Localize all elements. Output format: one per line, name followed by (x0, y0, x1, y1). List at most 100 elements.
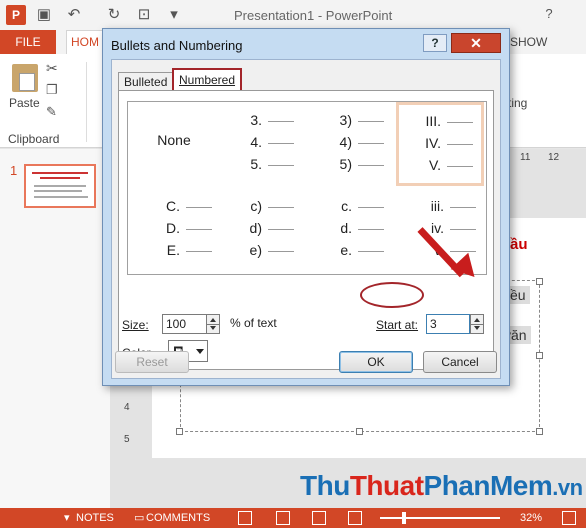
fit-slide-icon[interactable] (562, 511, 576, 525)
tab-file[interactable]: FILE (0, 30, 56, 54)
size-spinner[interactable] (206, 314, 220, 334)
horizontal-ruler: 11 12 (510, 152, 586, 166)
numbering-sample-line: 3) (340, 112, 384, 128)
title-bar: P ▣ ↶ ↻ ⊡ ▾ Presentation1 - PowerPoint ? (0, 0, 586, 30)
thumbnail-text-line (34, 190, 82, 192)
powerpoint-icon: P (6, 5, 26, 25)
start-slideshow-icon[interactable]: ⊡ (134, 5, 154, 25)
dialog-title: Bullets and Numbering (111, 38, 243, 53)
dialog-body: Bulleted Numbered None 3. 4. 5. 3) 4) 5) (111, 59, 501, 379)
numbering-sample-line: iii. (431, 198, 476, 214)
numbering-option[interactable]: c. d. e. (310, 190, 398, 274)
numbering-sample-label: III. (425, 113, 441, 129)
numbering-sample-line: D. (166, 220, 212, 236)
watermark-part: PhanMem (423, 470, 553, 501)
status-bar: ▾ NOTES ▭ COMMENTS 32% (0, 508, 586, 528)
resize-handle[interactable] (536, 278, 543, 285)
tab-bulleted[interactable]: Bulleted (118, 72, 174, 90)
numbering-option[interactable]: C. D. E. (130, 190, 218, 274)
reading-view-icon[interactable] (312, 511, 326, 525)
numbering-sample-label: e) (249, 242, 262, 258)
numbering-sample-label: c) (250, 198, 262, 214)
ribbon-truncated-label: ting (508, 96, 528, 110)
numbering-sample-label: d. (340, 220, 352, 236)
numbering-sample-label: 4) (339, 134, 352, 150)
slideshow-view-icon[interactable] (348, 511, 362, 525)
numbering-sample-label: 5. (250, 156, 262, 172)
slide-sorter-icon[interactable] (276, 511, 290, 525)
numbering-option[interactable]: c) d) e) (220, 190, 308, 274)
notes-icon[interactable]: ▾ (64, 511, 70, 525)
ribbon-divider (86, 62, 87, 142)
dialog-help-button[interactable]: ? (423, 34, 447, 52)
start-at-label-text: Start at: (376, 318, 419, 332)
reset-button[interactable]: Reset (115, 351, 189, 373)
numbering-sample-line: c) (250, 198, 294, 214)
tab-slideshow[interactable]: SHOW (510, 30, 547, 54)
customize-qat-icon[interactable]: ▾ (164, 5, 184, 25)
numbering-sample-label: d) (249, 220, 262, 236)
normal-view-icon[interactable] (238, 511, 252, 525)
comments-button[interactable]: COMMENTS (146, 511, 210, 525)
spinner-divider (471, 324, 483, 325)
numbering-none-label: None (157, 132, 191, 148)
zoom-slider-handle[interactable] (402, 512, 406, 524)
vertical-ruler: 4 5 (122, 390, 136, 450)
slide-number: 1 (10, 163, 18, 178)
cut-icon[interactable]: ✂ (46, 60, 62, 76)
resize-handle[interactable] (536, 428, 543, 435)
thumbnail-text-line (34, 185, 86, 187)
size-input[interactable]: 100 (162, 314, 208, 334)
dialog-close-button[interactable]: ✕ (451, 33, 501, 53)
numbering-option[interactable]: 3) 4) 5) (310, 104, 398, 188)
tab-home[interactable]: HOM (66, 30, 104, 54)
numbering-option[interactable]: 3. 4. 5. (220, 104, 308, 188)
zoom-slider[interactable] (380, 517, 500, 519)
numbering-sample-line: IV. (425, 135, 473, 151)
ruler-mark: 5 (124, 434, 130, 445)
numbering-sample-label: D. (166, 220, 180, 236)
window-title: Presentation1 - PowerPoint (234, 8, 393, 23)
size-label-text: Size: (122, 318, 149, 332)
thumbnail-text-line (34, 196, 88, 198)
start-at-spinner[interactable] (470, 314, 484, 334)
help-icon[interactable]: ? (540, 6, 558, 24)
numbering-sample-label: 4. (250, 134, 262, 150)
numbering-sample-label: IV. (425, 135, 441, 151)
slide-thumbnail[interactable] (24, 164, 96, 208)
numbering-option-selected[interactable]: III. IV. V. (396, 102, 484, 186)
numbering-option-none[interactable]: None (130, 104, 218, 188)
tab-numbered-label: Numbered (179, 73, 236, 87)
resize-handle[interactable] (356, 428, 363, 435)
numbering-sample-line: iv. (431, 220, 476, 236)
numbering-sample-label: 5) (339, 156, 352, 172)
save-icon[interactable]: ▣ (34, 5, 54, 25)
numbering-sample-line: E. (167, 242, 212, 258)
resize-handle[interactable] (176, 428, 183, 435)
numbering-sample-line: c. (341, 198, 384, 214)
zoom-level[interactable]: 32% (520, 511, 542, 525)
format-painter-icon[interactable]: ✎ (46, 104, 62, 120)
numbering-sample-line: 5) (340, 156, 384, 172)
ok-button[interactable]: OK (339, 351, 413, 373)
numbering-sample-label: 3) (339, 112, 352, 128)
paste-icon[interactable] (12, 64, 38, 92)
copy-icon[interactable]: ❐ (46, 82, 62, 98)
tab-numbered[interactable]: Numbered (172, 68, 243, 90)
cancel-button[interactable]: Cancel (423, 351, 497, 373)
comments-icon[interactable]: ▭ (134, 511, 144, 525)
annotation-oval (360, 282, 424, 308)
numbering-sample-label: C. (166, 198, 180, 214)
notes-button[interactable]: NOTES (76, 511, 114, 525)
size-unit-label: % of text (230, 316, 277, 330)
start-at-input[interactable]: 3 (426, 314, 470, 334)
redo-icon[interactable]: ↻ (104, 5, 124, 25)
numbering-sample-label: 3. (250, 112, 262, 128)
resize-handle[interactable] (536, 352, 543, 359)
thumbnail-title-line (40, 177, 80, 179)
undo-icon[interactable]: ↶ (64, 5, 84, 25)
numbering-sample-label: iii. (430, 198, 444, 214)
paste-button-label[interactable]: Paste (9, 96, 40, 110)
numbering-sample-line: C. (166, 198, 212, 214)
numbering-sample-line: III. (425, 113, 473, 129)
